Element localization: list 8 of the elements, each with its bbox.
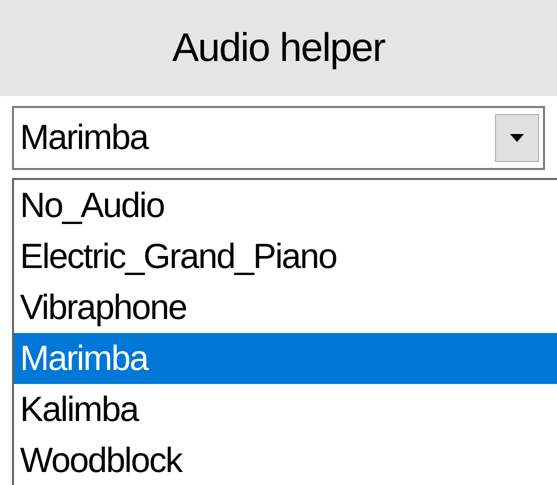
dropdown-field[interactable]: Marimba	[12, 106, 545, 170]
dropdown-option[interactable]: Kalimba	[14, 384, 557, 435]
dropdown-option[interactable]: Vibraphone	[14, 282, 557, 333]
dropdown-option[interactable]: No_Audio	[14, 180, 557, 231]
dropdown-option[interactable]: Woodblock	[14, 435, 557, 485]
panel-title: Audio helper	[172, 26, 385, 70]
dropdown-option[interactable]: Marimba	[14, 333, 557, 384]
dropdown-option[interactable]: Electric_Grand_Piano	[14, 231, 557, 282]
